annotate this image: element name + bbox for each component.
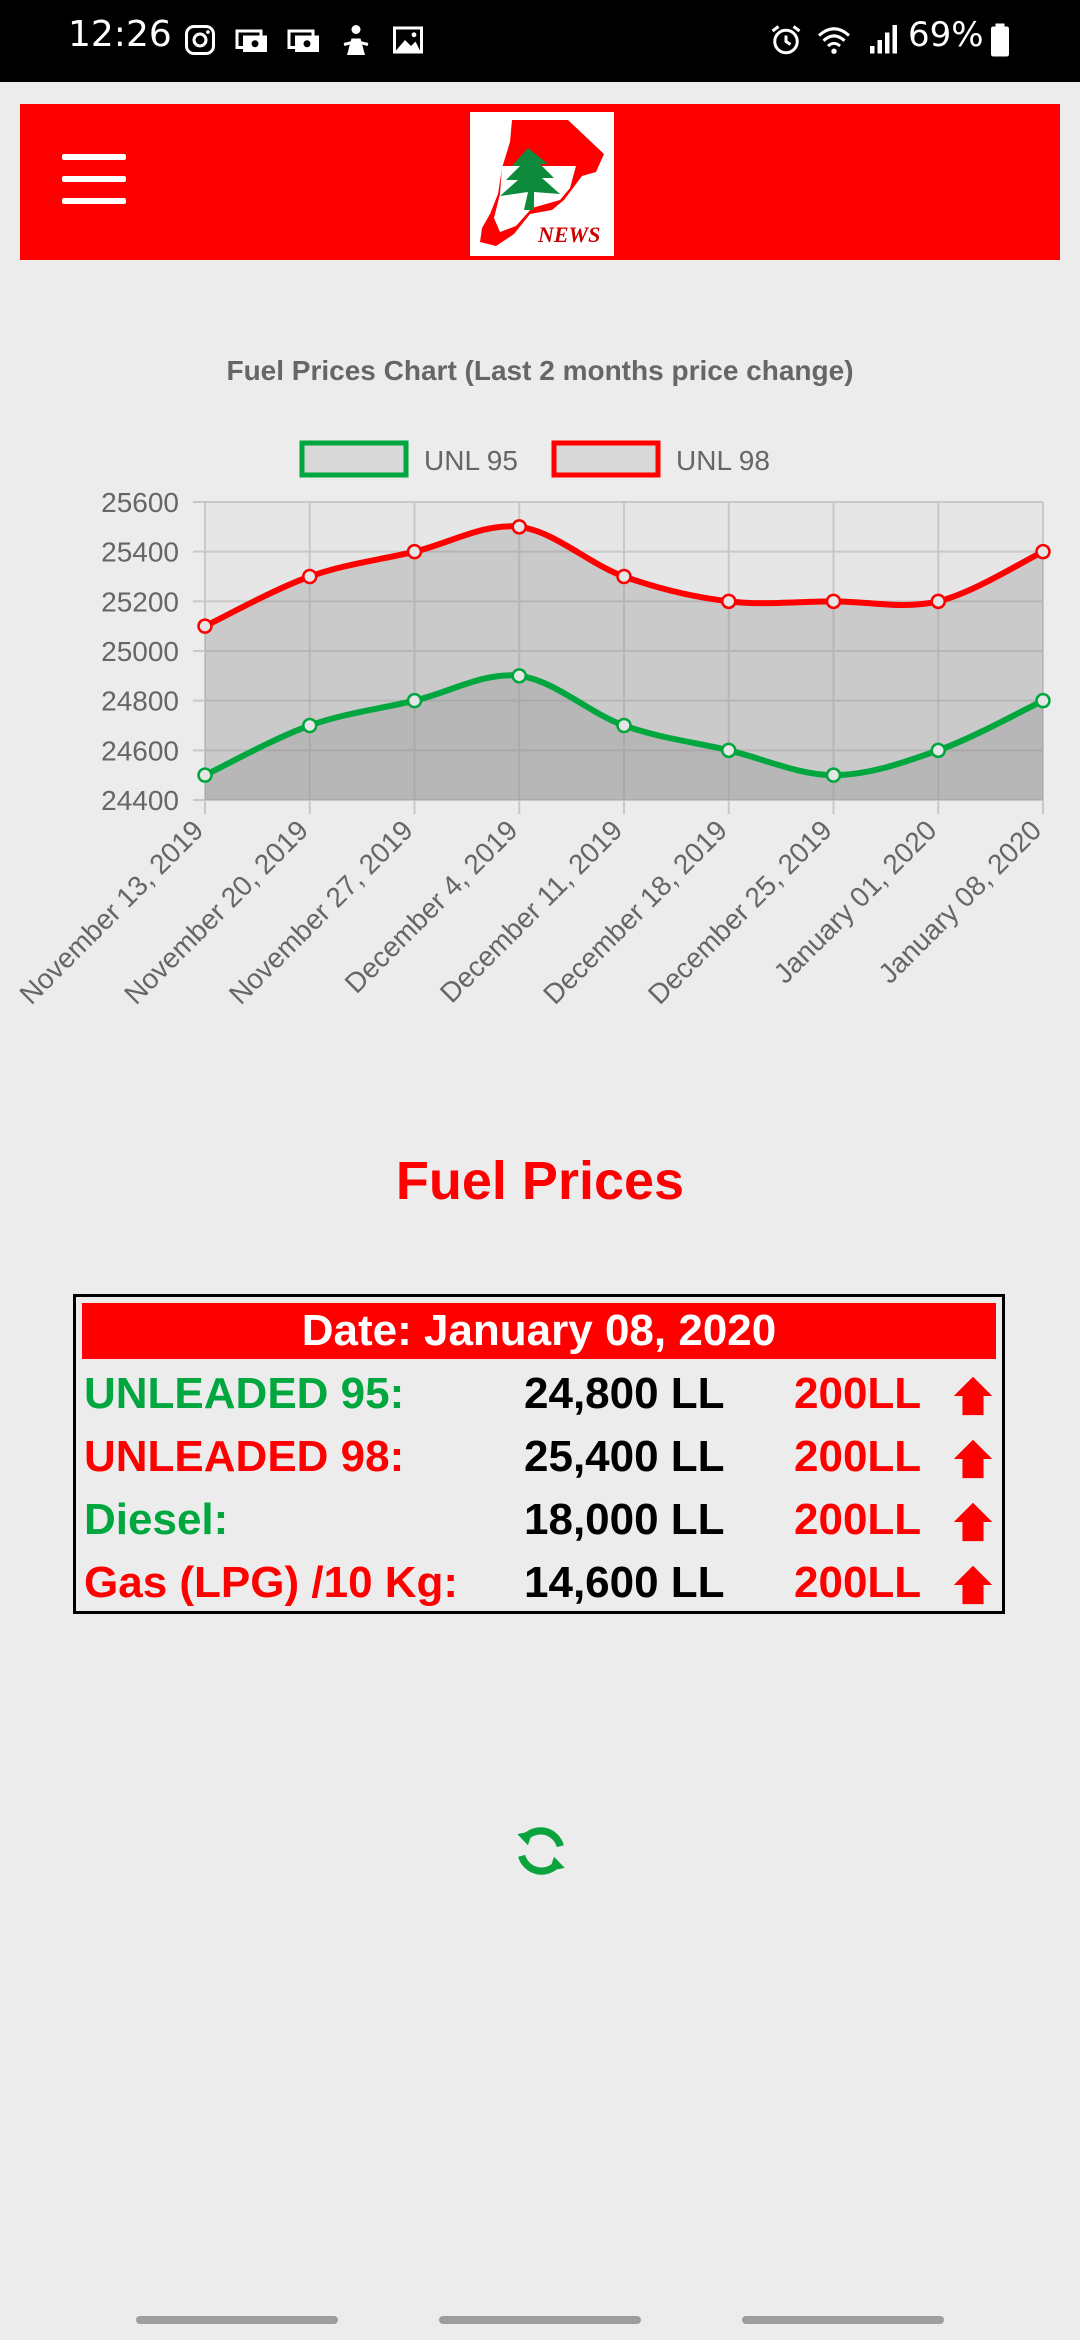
battery-icon: [991, 23, 1009, 57]
price-row: UNLEADED 95: 24,800 LL 200LL: [84, 1363, 994, 1423]
y-tick-label: 24800: [101, 686, 179, 717]
data-point: [511, 519, 527, 535]
instagram-icon: [185, 25, 215, 55]
data-point: [616, 568, 632, 585]
person-icon: [343, 25, 369, 55]
chart-title: Fuel Prices Chart (Last 2 months price c…: [226, 355, 853, 386]
data-point: [1035, 543, 1051, 560]
legend-label: UNL 95: [424, 445, 518, 476]
arrow-up-icon: [953, 1439, 993, 1479]
fuel-name: Gas (LPG) /10 Kg:: [84, 1558, 459, 1607]
fuel-name: UNLEADED 95:: [84, 1369, 405, 1418]
legend-swatch: [299, 440, 409, 478]
data-point: [197, 767, 213, 783]
fuel-price: 24,800 LL: [524, 1369, 725, 1418]
x-tick-label: December 11, 2019: [434, 814, 628, 1008]
data-point: [616, 717, 632, 734]
data-point: [302, 717, 318, 734]
data-point: [511, 668, 527, 684]
arrow-up-icon: [953, 1565, 993, 1605]
fuel-price: 25,400 LL: [524, 1432, 725, 1481]
nav-home-handle[interactable]: [439, 2316, 641, 2324]
x-tick-label: November 13, 2019: [13, 814, 209, 1010]
legend-swatch: [551, 440, 661, 478]
price-row: UNLEADED 98: 25,400 LL 200LL: [84, 1426, 994, 1486]
x-tick-label: December 18, 2019: [537, 814, 733, 1010]
data-point: [930, 593, 946, 610]
price-change: 200LL: [794, 1558, 922, 1607]
price-change: 200LL: [794, 1432, 922, 1481]
clock: 12:26: [68, 14, 172, 55]
image-icon: [393, 26, 423, 54]
section-title: Fuel Prices: [395, 1151, 685, 1211]
arrow-up-icon: [953, 1376, 993, 1416]
y-tick-label: 24400: [101, 785, 179, 816]
price-change: 200LL: [794, 1369, 922, 1418]
fuel-name: Diesel:: [84, 1495, 229, 1544]
data-point: [721, 742, 737, 759]
data-point: [825, 767, 842, 783]
nav-back-handle[interactable]: [742, 2316, 944, 2324]
table-date-header: Date: January 08, 2020: [82, 1303, 996, 1359]
money-icon: [287, 29, 319, 52]
price-change: 200LL: [794, 1495, 922, 1544]
price-row: Gas (LPG) /10 Kg: 14,600 LL 200LL: [84, 1552, 994, 1612]
x-tick-label: November 20, 2019: [118, 814, 314, 1010]
nav-recents-handle[interactable]: [136, 2316, 338, 2324]
hamburger-icon[interactable]: [62, 154, 126, 206]
fuel-price: 18,000 LL: [524, 1495, 725, 1544]
y-tick-label: 24600: [101, 735, 179, 766]
data-point: [197, 618, 213, 634]
y-tick-label: 25200: [101, 586, 179, 617]
battery-percent: 69%: [908, 15, 984, 55]
chart-svg: Fuel Prices Chart (Last 2 months price c…: [13, 355, 1051, 1010]
y-tick-label: 25400: [101, 537, 179, 568]
signal-icon: [870, 25, 897, 54]
news-logo[interactable]: NEWS: [470, 112, 614, 256]
fuel-price: 14,600 LL: [524, 1558, 725, 1607]
fuel-price-chart: Fuel Prices Chart (Last 2 months price c…: [0, 330, 1080, 1090]
arrow-up-icon: [953, 1502, 993, 1542]
status-bar: 12:26 69%: [0, 0, 1080, 82]
data-point: [930, 742, 946, 759]
x-tick-label: November 27, 2019: [223, 814, 419, 1010]
data-point: [825, 593, 842, 610]
data-point: [1035, 692, 1051, 709]
wifi-icon: [817, 27, 851, 54]
alarm-icon: [771, 25, 801, 55]
legend-label: UNL 98: [676, 445, 770, 476]
notification-icons: [182, 22, 426, 58]
fuel-name: UNLEADED 98:: [84, 1432, 405, 1481]
y-tick-label: 25600: [101, 487, 179, 518]
logo-text: NEWS: [538, 222, 601, 247]
x-tick-label: December 25, 2019: [642, 814, 838, 1010]
data-point: [721, 593, 737, 610]
y-tick-label: 25000: [101, 636, 179, 667]
system-icons: [768, 22, 900, 58]
money-icon: [235, 29, 267, 52]
app-header: NEWS: [20, 104, 1060, 260]
price-row: Diesel: 18,000 LL 200LL: [84, 1489, 994, 1549]
data-point: [406, 543, 423, 560]
fuel-prices-table: Date: January 08, 2020 UNLEADED 95: 24,80…: [73, 1294, 1005, 1614]
refresh-icon[interactable]: [512, 1822, 570, 1880]
x-tick-label: December 4, 2019: [339, 814, 524, 999]
data-point: [302, 568, 318, 585]
data-point: [406, 692, 423, 709]
